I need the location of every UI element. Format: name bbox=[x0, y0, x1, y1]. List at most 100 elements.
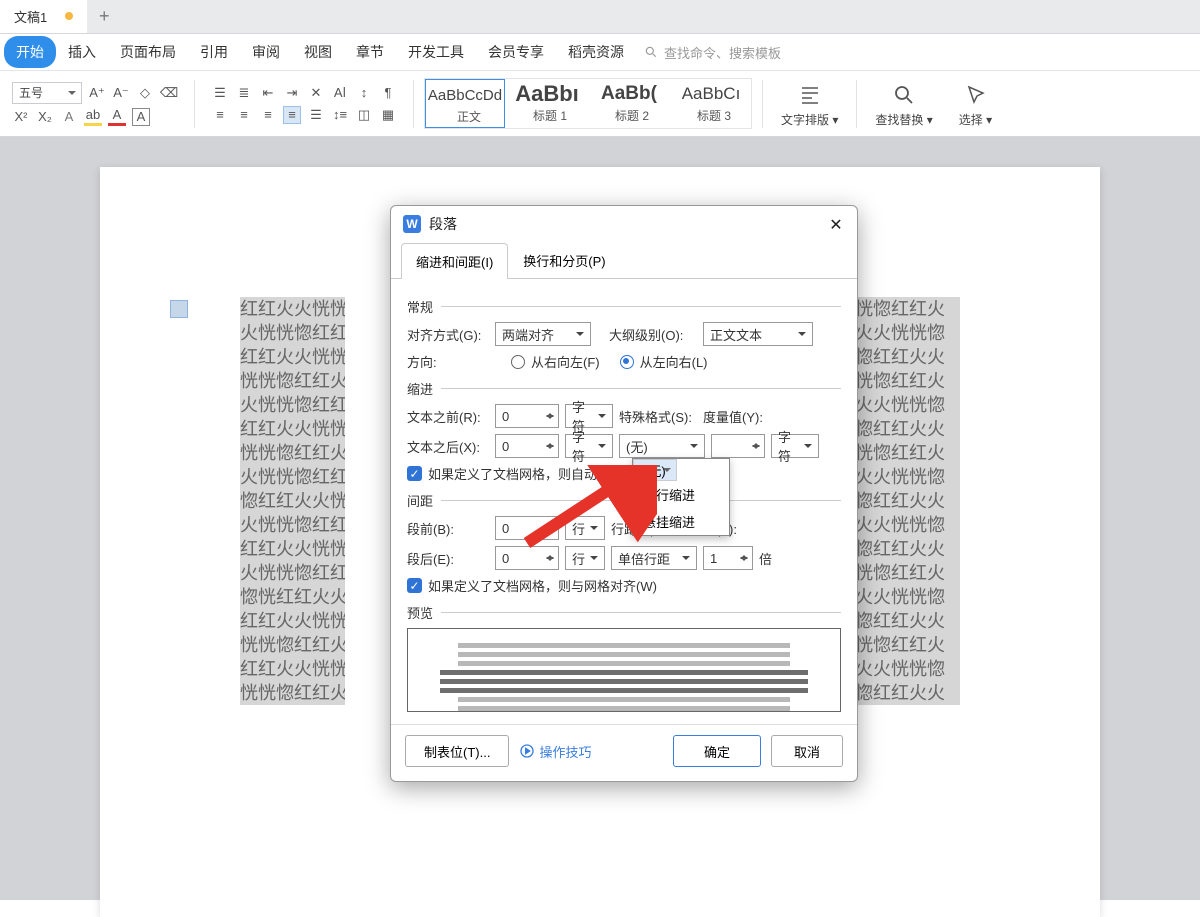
bullets-icon[interactable]: ☰ bbox=[211, 84, 229, 102]
character-border-icon[interactable]: A bbox=[132, 108, 150, 126]
numbering-icon[interactable]: ≣ bbox=[235, 84, 253, 102]
special-option-hanging[interactable]: 悬挂缩进 bbox=[633, 508, 729, 535]
style-heading1[interactable]: AaBbı 标题 1 bbox=[507, 79, 587, 128]
dialog-body: 常规 对齐方式(G): 两端对齐 大纲级别(O): 正文文本 方向: 从右向左(… bbox=[391, 279, 857, 724]
direction-rtl-radio[interactable] bbox=[511, 355, 525, 369]
direction-ltr-radio[interactable] bbox=[620, 355, 634, 369]
set-value-unit: 倍 bbox=[759, 549, 772, 568]
paragraph-dialog: W 段落 ✕ 缩进和间距(I) 换行和分页(P) 常规 对齐方式(G): 两端对… bbox=[390, 205, 858, 782]
modified-dot-icon bbox=[65, 12, 73, 20]
increase-font-icon[interactable]: A⁺ bbox=[88, 84, 106, 102]
alignment-select[interactable]: 两端对齐 bbox=[495, 322, 591, 346]
menu-docer[interactable]: 稻壳资源 bbox=[556, 36, 636, 68]
decrease-font-icon[interactable]: A⁻ bbox=[112, 84, 130, 102]
shading-icon[interactable]: ◫ bbox=[355, 106, 373, 124]
subscript-icon[interactable]: X₂ bbox=[36, 108, 54, 126]
line-spacing-select[interactable]: 单倍行距 bbox=[611, 546, 697, 570]
command-search-box[interactable]: 查找命令、搜索模板 bbox=[644, 43, 781, 62]
line-spacing-icon[interactable]: ↕≡ bbox=[331, 106, 349, 124]
before-para-unit[interactable]: 行 bbox=[565, 516, 605, 540]
special-option-none[interactable]: (无) bbox=[633, 459, 677, 481]
menu-references[interactable]: 引用 bbox=[188, 36, 240, 68]
tab-line-page-breaks[interactable]: 换行和分页(P) bbox=[508, 242, 620, 278]
snap-to-grid-checkbox[interactable]: ✓ bbox=[407, 578, 422, 593]
document-tab[interactable]: 文稿1 bbox=[0, 0, 87, 33]
menu-view[interactable]: 视图 bbox=[292, 36, 344, 68]
clear-format-icon[interactable]: ⌫ bbox=[160, 84, 178, 102]
before-para-label: 段前(B): bbox=[407, 519, 489, 538]
outline-level-select[interactable]: 正文文本 bbox=[703, 322, 813, 346]
after-text-unit[interactable]: 字符 bbox=[565, 434, 613, 458]
typeset-icon bbox=[799, 84, 821, 106]
tool-typeset[interactable]: 文字排版 ▾ bbox=[773, 79, 846, 128]
style-gallery[interactable]: AaBbCcDd 正文 AaBbı 标题 1 AaBb( 标题 2 AaBbCı… bbox=[424, 78, 752, 129]
special-option-first-line[interactable]: 首行缩进 bbox=[633, 481, 729, 508]
before-text-label: 文本之前(R): bbox=[407, 407, 489, 426]
align-left-icon[interactable]: ≡ bbox=[211, 106, 229, 124]
section-spacing-label: 间距 bbox=[407, 491, 433, 510]
close-button[interactable]: ✕ bbox=[825, 214, 847, 236]
menu-insert[interactable]: 插入 bbox=[56, 36, 108, 68]
after-para-unit[interactable]: 行 bbox=[565, 546, 605, 570]
menu-review[interactable]: 审阅 bbox=[240, 36, 292, 68]
add-tab-button[interactable]: + bbox=[87, 0, 121, 33]
direction-label: 方向: bbox=[407, 352, 489, 371]
search-icon bbox=[644, 45, 658, 59]
menu-chapter[interactable]: 章节 bbox=[344, 36, 396, 68]
section-preview-label: 预览 bbox=[407, 603, 433, 622]
align-distribute-icon[interactable]: Aⅼ bbox=[331, 84, 349, 102]
tool-select[interactable]: 选择 ▾ bbox=[951, 79, 1000, 128]
special-format-label: 特殊格式(S): bbox=[619, 407, 697, 426]
highlight-icon[interactable]: ab bbox=[84, 108, 102, 126]
direction-ltr-label: 从左向右(L) bbox=[640, 352, 708, 371]
tips-link[interactable]: 操作技巧 bbox=[519, 742, 591, 761]
dialog-titlebar[interactable]: W 段落 ✕ bbox=[391, 206, 857, 242]
style-heading2[interactable]: AaBb( 标题 2 bbox=[589, 79, 669, 128]
sort-icon[interactable]: ↕ bbox=[355, 84, 373, 102]
dialog-title: 段落 bbox=[429, 214, 457, 234]
ok-button[interactable]: 确定 bbox=[673, 735, 761, 767]
dialog-footer: 制表位(T)... 操作技巧 确定 取消 bbox=[391, 724, 857, 781]
find-icon bbox=[893, 84, 915, 106]
show-marks-icon[interactable]: ¶ bbox=[379, 84, 397, 102]
style-heading3[interactable]: AaBbCı 标题 3 bbox=[671, 79, 751, 128]
auto-adjust-indent-checkbox[interactable]: ✓ bbox=[407, 466, 422, 481]
snap-to-grid-label: 如果定义了文档网格，则与网格对齐(W) bbox=[428, 576, 657, 595]
ribbon-toolbar: 五号 A⁺ A⁻ ◇ ⌫ X² X₂ A ab A A ☰ ≣ ⇤ ⇥ ✕ Aⅼ… bbox=[0, 71, 1200, 137]
align-right-icon[interactable]: ≡ bbox=[259, 106, 277, 124]
distributed-icon[interactable]: ☰ bbox=[307, 106, 325, 124]
play-icon bbox=[519, 743, 535, 759]
measure-value-input[interactable] bbox=[711, 434, 765, 458]
font-size-select[interactable]: 五号 bbox=[12, 82, 82, 104]
before-text-unit[interactable]: 字符 bbox=[565, 404, 613, 428]
tab-indent-spacing[interactable]: 缩进和间距(I) bbox=[401, 243, 508, 279]
font-color-a-icon[interactable]: A bbox=[60, 108, 78, 126]
menu-page-layout[interactable]: 页面布局 bbox=[108, 36, 188, 68]
style-normal[interactable]: AaBbCcDd 正文 bbox=[425, 79, 505, 128]
cancel-button[interactable]: 取消 bbox=[771, 735, 843, 767]
align-center-icon[interactable]: ≡ bbox=[235, 106, 253, 124]
menu-dev-tools[interactable]: 开发工具 bbox=[396, 36, 476, 68]
increase-indent-icon[interactable]: ⇥ bbox=[283, 84, 301, 102]
font-color-icon[interactable]: A bbox=[108, 108, 126, 126]
before-text-input[interactable]: 0 bbox=[495, 404, 559, 428]
tabstop-button[interactable]: 制表位(T)... bbox=[405, 735, 509, 767]
doc-text-left: 红红火火恍恍惚火恍恍惚红红火红红火火恍恍惚恍恍惚红红火恍火恍恍惚红红火红红火火恍… bbox=[240, 297, 345, 705]
decrease-indent-icon[interactable]: ⇤ bbox=[259, 84, 277, 102]
diamond-icon[interactable]: ◇ bbox=[136, 84, 154, 102]
special-format-select[interactable]: (无) bbox=[619, 434, 705, 458]
menu-start[interactable]: 开始 bbox=[4, 36, 56, 68]
borders-icon[interactable]: ▦ bbox=[379, 106, 397, 124]
menu-member[interactable]: 会员专享 bbox=[476, 36, 556, 68]
set-value-input[interactable]: 1 bbox=[703, 546, 753, 570]
align-justify-icon[interactable]: ≡ bbox=[283, 106, 301, 124]
text-direction-icon[interactable]: ✕ bbox=[307, 84, 325, 102]
direction-rtl-label: 从右向左(F) bbox=[531, 352, 600, 371]
superscript-icon[interactable]: X² bbox=[12, 108, 30, 126]
after-text-input[interactable]: 0 bbox=[495, 434, 559, 458]
measure-unit[interactable]: 字符 bbox=[771, 434, 819, 458]
selection-marker-icon bbox=[170, 300, 188, 318]
tool-find-replace[interactable]: 查找替换 ▾ bbox=[867, 79, 940, 128]
before-para-input[interactable]: 0 bbox=[495, 516, 559, 540]
after-para-input[interactable]: 0 bbox=[495, 546, 559, 570]
